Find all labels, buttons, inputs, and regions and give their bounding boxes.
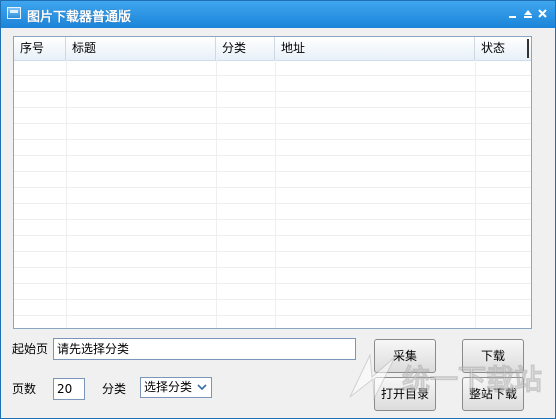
column-header-category[interactable]: 分类 — [216, 37, 275, 60]
column-header-address[interactable]: 地址 — [275, 37, 475, 60]
category-label: 分类 — [102, 382, 127, 396]
column-divider — [216, 60, 217, 328]
maximize-icon[interactable] — [521, 7, 534, 20]
start-page-label: 起始页 — [12, 342, 49, 356]
start-page-input[interactable]: 请先选择分类 — [53, 338, 356, 360]
app-icon — [7, 7, 21, 19]
title-bar[interactable]: 图片下载器普通版 — [1, 1, 555, 28]
column-divider — [66, 60, 67, 328]
minimize-icon[interactable] — [506, 7, 519, 20]
collect-button[interactable]: 采集 — [374, 339, 436, 373]
category-select-value: 选择分类 — [144, 380, 193, 394]
column-header-title[interactable]: 标题 — [66, 37, 216, 60]
table-body[interactable] — [14, 60, 531, 328]
site-download-button[interactable]: 整站下载 — [462, 377, 524, 411]
column-divider — [475, 60, 476, 328]
column-header-status[interactable]: 状态 — [475, 37, 531, 60]
column-resize-handle[interactable] — [527, 39, 529, 58]
download-button[interactable]: 下载 — [462, 339, 524, 373]
main-window: 图片下载器普通版 序号 标题 分类 地址 状态 起始页 请先选择分类 页数 20… — [0, 0, 556, 419]
download-list-table[interactable]: 序号 标题 分类 地址 状态 — [13, 36, 532, 329]
window-title: 图片下载器普通版 — [27, 10, 132, 25]
pages-input[interactable]: 20 — [53, 378, 85, 400]
close-icon[interactable] — [536, 7, 549, 20]
column-divider — [275, 60, 276, 328]
pages-label: 页数 — [12, 382, 37, 396]
chevron-down-icon — [197, 384, 207, 391]
close-icon-glyph — [538, 9, 547, 18]
column-header-index[interactable]: 序号 — [14, 37, 66, 60]
category-select[interactable]: 选择分类 — [140, 377, 212, 398]
open-directory-button[interactable]: 打开目录 — [374, 377, 436, 411]
table-header: 序号 标题 分类 地址 状态 — [14, 37, 531, 61]
